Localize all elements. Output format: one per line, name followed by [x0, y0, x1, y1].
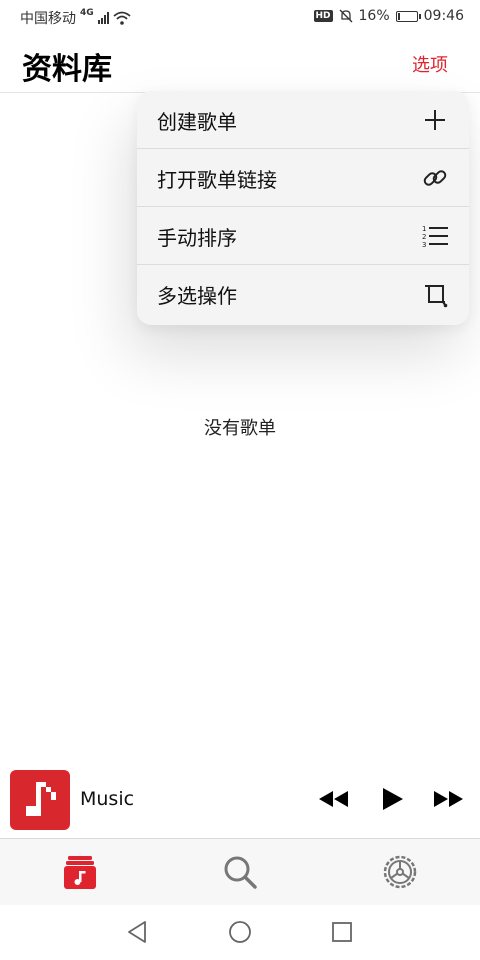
- options-button[interactable]: 选项: [412, 51, 448, 77]
- library-header: 资料库 选项: [0, 34, 480, 93]
- hd-icon: HD: [313, 10, 333, 22]
- menu-item-label: 创建歌单: [157, 110, 237, 134]
- signal-icon: [97, 12, 109, 24]
- album-artwork[interactable]: [10, 770, 70, 830]
- mini-player[interactable]: Music: [0, 766, 480, 839]
- options-menu: 创建歌单 打开歌单链接 手动排序 1 2 3 多选操作: [137, 91, 469, 325]
- menu-item-label: 打开歌单链接: [157, 168, 277, 192]
- settings-icon[interactable]: [380, 852, 420, 892]
- search-icon[interactable]: [220, 852, 260, 892]
- battery-percent: 16%: [358, 8, 390, 24]
- mute-bell-icon: [339, 9, 352, 23]
- track-title: Music: [80, 788, 135, 810]
- menu-item-manual-sort[interactable]: 手动排序 1 2 3: [137, 207, 469, 265]
- empty-playlist-message: 没有歌单: [204, 418, 276, 439]
- carrier-label: 中国移动: [20, 11, 76, 27]
- wifi-icon: [113, 11, 131, 25]
- recents-icon[interactable]: [329, 919, 355, 945]
- library-icon[interactable]: [60, 852, 100, 892]
- status-bar: 中国移动 4G HD 16% 09:46: [0, 0, 480, 34]
- fast-forward-icon[interactable]: [432, 784, 466, 814]
- system-navigation-bar: [0, 905, 480, 960]
- network-type: 4G: [80, 8, 94, 18]
- menu-item-multi-select[interactable]: 多选操作: [137, 265, 469, 323]
- page-title: 资料库: [22, 52, 112, 87]
- music-note-icon: [26, 782, 56, 816]
- svg-text:3: 3: [422, 241, 426, 249]
- menu-item-label: 手动排序: [157, 226, 237, 250]
- rewind-icon[interactable]: [316, 784, 350, 814]
- clock: 09:46: [423, 8, 464, 24]
- link-icon: [423, 170, 447, 186]
- menu-item-open-playlist-link[interactable]: 打开歌单链接: [137, 149, 469, 207]
- tab-bar: [0, 839, 480, 905]
- back-icon[interactable]: [125, 919, 151, 945]
- svg-text:1: 1: [422, 225, 426, 233]
- menu-item-label: 多选操作: [157, 284, 237, 308]
- plus-icon: [425, 110, 445, 130]
- svg-text:2: 2: [422, 233, 426, 241]
- home-icon[interactable]: [227, 919, 253, 945]
- numbered-list-icon: 1 2 3: [422, 225, 448, 249]
- battery-icon: [395, 10, 421, 22]
- play-icon[interactable]: [376, 784, 410, 814]
- menu-item-create-playlist[interactable]: 创建歌单: [137, 91, 469, 149]
- crop-icon: [425, 285, 448, 308]
